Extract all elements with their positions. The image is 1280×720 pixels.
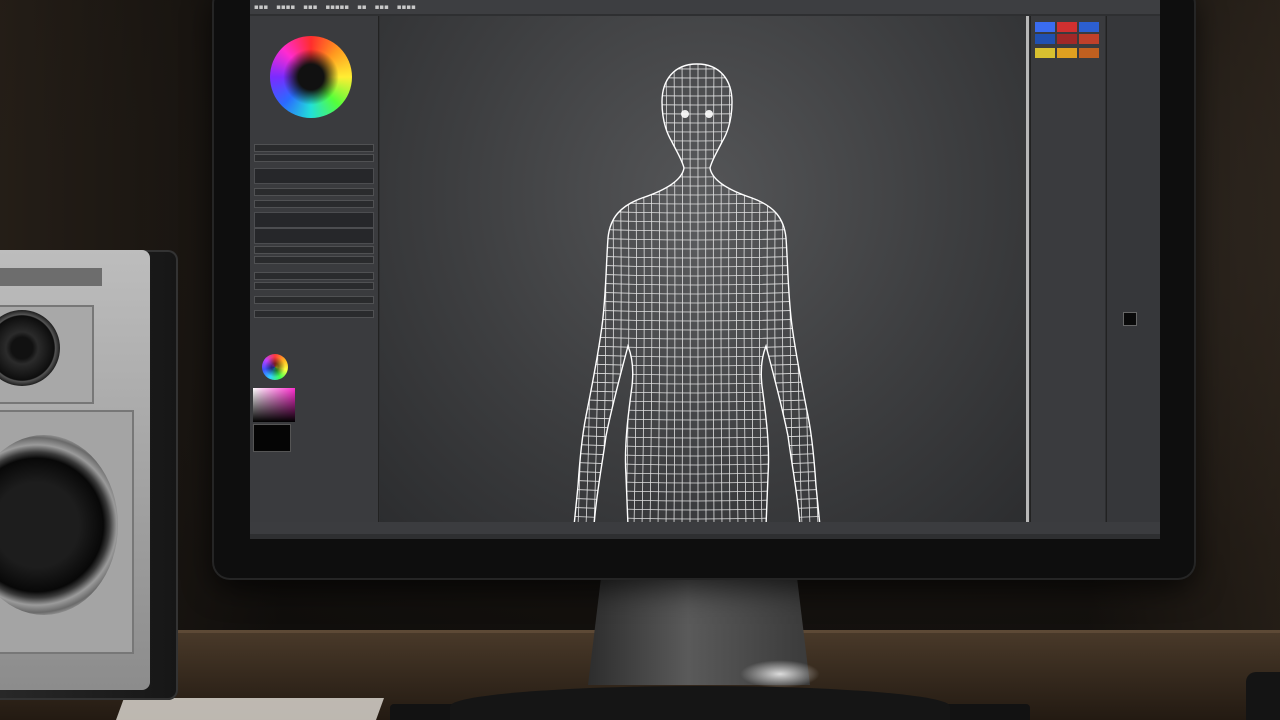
left-tool-panel: [250, 16, 379, 522]
slider[interactable]: [254, 188, 374, 196]
color-swatch[interactable]: [1079, 48, 1099, 58]
wireframe-line: [821, 56, 826, 526]
menu-item[interactable]: ▪▪: [357, 3, 367, 11]
wireframe-line: [562, 56, 567, 526]
color-wheel-icon[interactable]: [270, 36, 352, 118]
color-swatch[interactable]: [1079, 22, 1099, 32]
color-swatch[interactable]: [1035, 34, 1055, 44]
color-swatch[interactable]: [1079, 34, 1099, 44]
menu-item[interactable]: ▪▪▪▪: [276, 3, 295, 11]
input-field[interactable]: [254, 228, 374, 244]
slider[interactable]: [254, 144, 374, 152]
monitor-stand-base: [450, 686, 950, 720]
menu-bar: ▪▪▪ ▪▪▪▪ ▪▪▪ ▪▪▪▪▪ ▪▪ ▪▪▪ ▪▪▪▪: [250, 0, 1160, 14]
menu-item[interactable]: ▪▪▪: [303, 3, 317, 11]
color-picker-square[interactable]: [253, 388, 295, 422]
slider[interactable]: [254, 246, 374, 254]
color-swatch[interactable]: [1057, 34, 1077, 44]
mouse: [1246, 672, 1280, 720]
stand-highlight: [740, 660, 820, 688]
color-swatch[interactable]: [1123, 312, 1137, 326]
slider[interactable]: [254, 200, 374, 208]
wireframe-figure: [562, 56, 826, 526]
speaker-face: [0, 250, 150, 690]
slider[interactable]: [254, 154, 374, 162]
menu-item[interactable]: ▪▪▪: [375, 3, 389, 11]
slider[interactable]: [254, 272, 374, 280]
screen: ▪▪▪ ▪▪▪▪ ▪▪▪ ▪▪▪▪▪ ▪▪ ▪▪▪ ▪▪▪▪: [250, 0, 1160, 539]
menu-item[interactable]: ▪▪▪▪: [397, 3, 416, 11]
paper-sheet: [115, 698, 385, 720]
wireframe-line: [574, 64, 576, 526]
input-field[interactable]: [254, 168, 374, 184]
status-bar: [250, 522, 1160, 534]
color-swatch[interactable]: [253, 424, 291, 452]
color-swatch[interactable]: [1035, 22, 1055, 32]
menu-item[interactable]: ▪▪▪: [254, 3, 268, 11]
input-field[interactable]: [254, 212, 374, 228]
slider[interactable]: [254, 282, 374, 290]
color-swatch[interactable]: [1057, 22, 1077, 32]
slider[interactable]: [254, 256, 374, 264]
color-wheel-icon[interactable]: [262, 354, 288, 380]
color-swatch[interactable]: [1057, 48, 1077, 58]
color-swatch[interactable]: [1035, 48, 1055, 58]
right-layers-panel: [1106, 16, 1160, 522]
slider[interactable]: [254, 296, 374, 304]
menu-item[interactable]: ▪▪▪▪▪: [325, 3, 349, 11]
speaker-label-plate: [0, 268, 102, 286]
speaker: [0, 250, 178, 700]
slider[interactable]: [254, 310, 374, 318]
right-properties-panel: [1030, 16, 1105, 522]
viewport-divider[interactable]: [1026, 16, 1029, 524]
